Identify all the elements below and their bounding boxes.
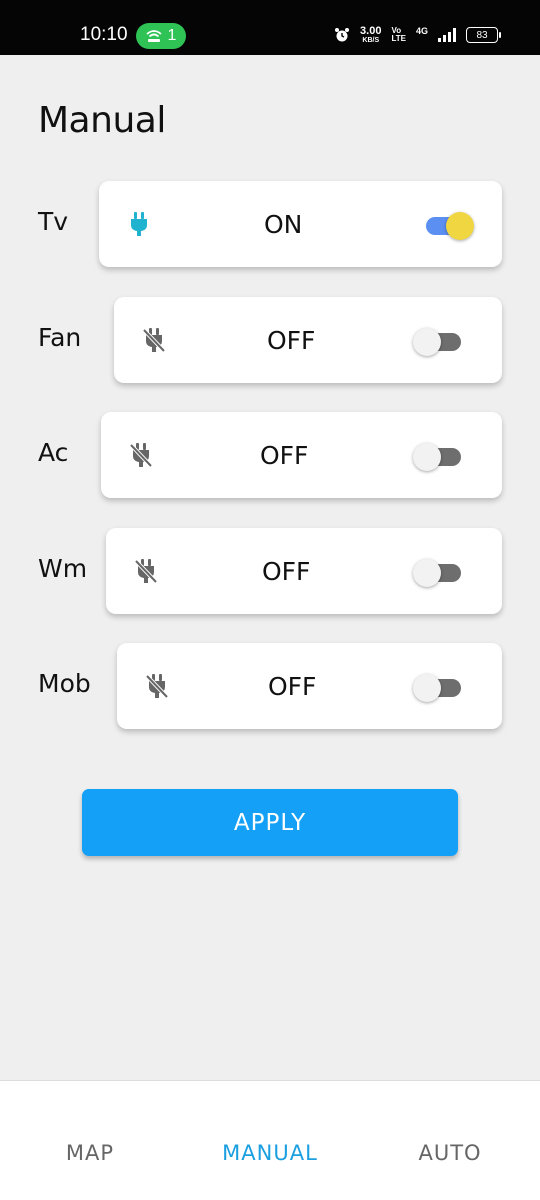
device-label-fan: Fan bbox=[38, 323, 82, 352]
bottom-nav: MAP MANUAL AUTO bbox=[0, 1080, 540, 1200]
nav-tab-map[interactable]: MAP bbox=[66, 1141, 114, 1165]
device-toggle-wm[interactable] bbox=[413, 556, 463, 587]
status-time: 10:10 bbox=[80, 24, 128, 45]
device-label-ac: Ac bbox=[38, 438, 69, 467]
plug-off-icon bbox=[134, 559, 158, 584]
plug-off-icon bbox=[145, 674, 169, 699]
device-card-ac[interactable]: OFF bbox=[101, 412, 502, 498]
network-speed: 3.00 KB/S bbox=[360, 25, 382, 45]
device-state-ac: OFF bbox=[260, 440, 309, 470]
device-toggle-fan[interactable] bbox=[413, 325, 463, 356]
device-state-fan: OFF bbox=[267, 325, 316, 355]
plug-icon bbox=[131, 212, 147, 236]
device-label-wm: Wm bbox=[38, 554, 88, 583]
status-bar: 10:10 1 3.00 KB/S Vo LTE 4G 83 bbox=[0, 0, 540, 55]
hotspot-count: 1 bbox=[167, 27, 177, 44]
plug-off-icon bbox=[129, 443, 153, 468]
device-card-wm[interactable]: OFF bbox=[106, 528, 502, 614]
device-label-tv: Tv bbox=[38, 207, 69, 236]
device-card-tv[interactable]: ON bbox=[99, 181, 502, 267]
hotspot-badge[interactable]: 1 bbox=[136, 23, 186, 49]
device-label-mob: Mob bbox=[38, 669, 91, 698]
device-card-fan[interactable]: OFF bbox=[114, 297, 502, 383]
battery-icon: 83 bbox=[466, 27, 501, 43]
volte-indicator: Vo LTE bbox=[391, 26, 406, 43]
battery-level: 83 bbox=[476, 29, 488, 41]
hotspot-icon bbox=[145, 30, 162, 42]
apply-button[interactable]: APPLY bbox=[82, 789, 458, 856]
device-toggle-mob[interactable] bbox=[413, 671, 463, 702]
device-toggle-tv[interactable] bbox=[424, 209, 474, 240]
alarm-icon bbox=[335, 28, 350, 42]
nav-tab-manual[interactable]: MANUAL bbox=[222, 1141, 318, 1165]
device-state-tv: ON bbox=[264, 209, 303, 239]
signal-icon bbox=[438, 28, 456, 42]
device-state-wm: OFF bbox=[262, 556, 311, 586]
device-state-mob: OFF bbox=[268, 671, 317, 701]
plug-off-icon bbox=[142, 328, 166, 353]
network-type: 4G bbox=[415, 26, 428, 36]
device-toggle-ac[interactable] bbox=[413, 440, 463, 471]
page-title: Manual bbox=[38, 100, 166, 141]
status-icons: 3.00 KB/S Vo LTE 4G 83 bbox=[334, 25, 501, 45]
nav-tab-auto[interactable]: AUTO bbox=[418, 1141, 481, 1165]
device-card-mob[interactable]: OFF bbox=[117, 643, 502, 729]
